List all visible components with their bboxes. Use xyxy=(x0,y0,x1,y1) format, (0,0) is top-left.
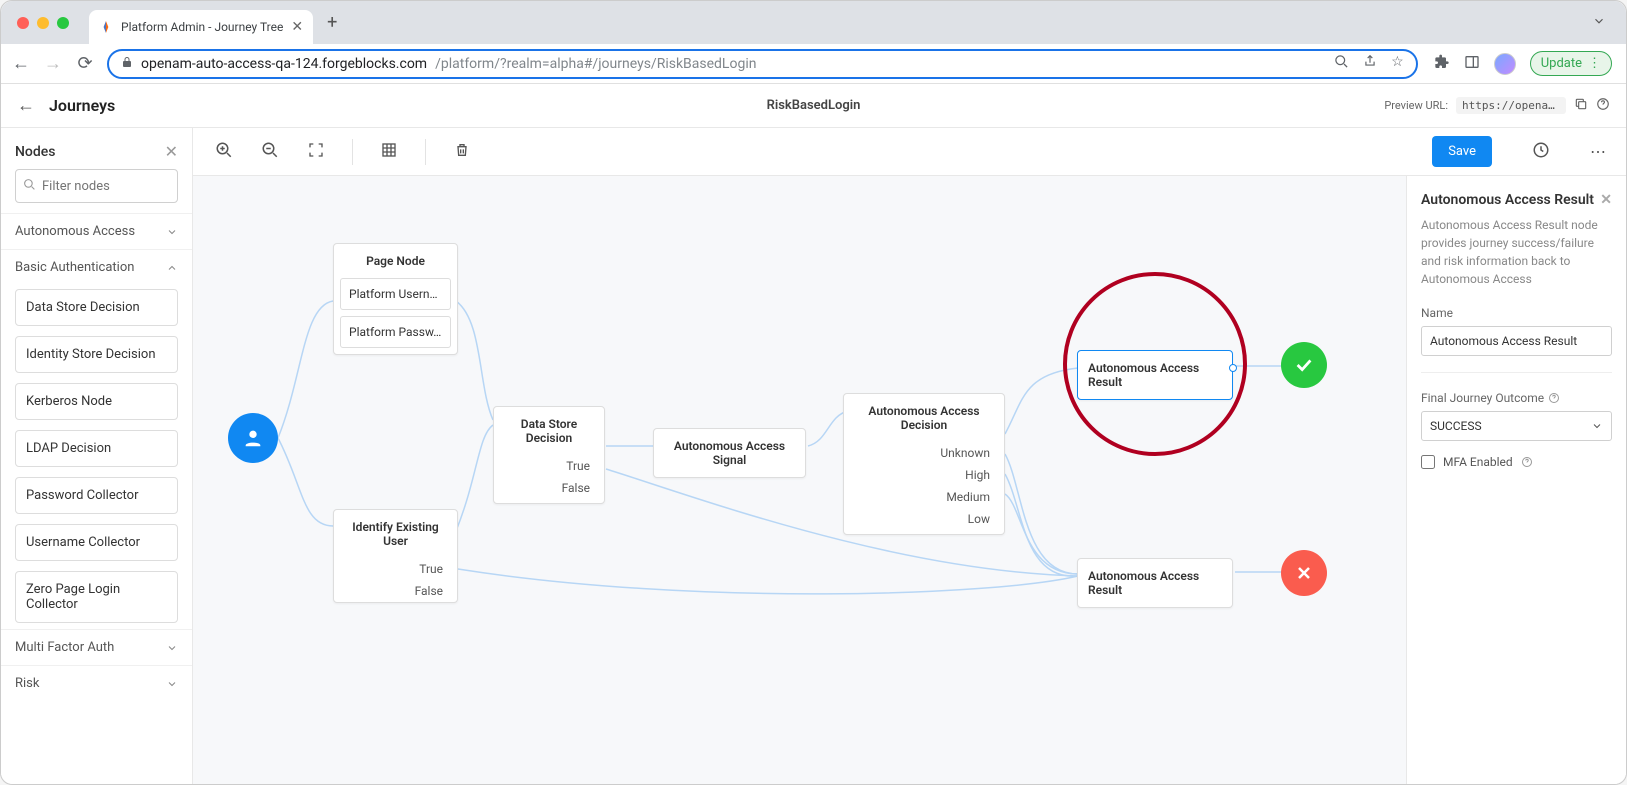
history-icon[interactable] xyxy=(1532,141,1550,163)
share-icon[interactable] xyxy=(1363,54,1377,73)
new-tab-button[interactable]: + xyxy=(327,12,337,33)
window-close[interactable] xyxy=(17,17,29,29)
browser-tab[interactable]: Platform Admin - Journey Tree ✕ xyxy=(89,10,313,44)
autonomous-access-decision-node[interactable]: Autonomous Access Decision Unknown High … xyxy=(843,393,1005,535)
panel-close-icon[interactable]: ✕ xyxy=(1600,192,1612,208)
zoom-in-icon[interactable] xyxy=(213,141,235,163)
grid-icon[interactable] xyxy=(378,142,400,162)
delete-icon[interactable] xyxy=(451,142,473,162)
window-controls xyxy=(17,17,69,29)
sidebar-close-icon[interactable]: ✕ xyxy=(165,142,178,161)
node-item[interactable]: Kerberos Node xyxy=(15,383,178,420)
app-header: ← Journeys RiskBasedLogin Preview URL: h… xyxy=(1,84,1626,128)
tab-close-icon[interactable]: ✕ xyxy=(291,19,303,35)
nav-forward-button[interactable]: → xyxy=(43,53,63,74)
group-basic-authentication[interactable]: Basic Authentication xyxy=(1,249,192,285)
url-path: /platform/?realm=alpha#/journeys/RiskBas… xyxy=(435,56,756,72)
panel-description: Autonomous Access Result node provides j… xyxy=(1421,216,1612,288)
browser-toolbar: ← → ⟳ openam-auto-access-qa-124.forgeblo… xyxy=(1,44,1626,84)
info-icon[interactable] xyxy=(1548,392,1560,404)
node-item[interactable]: LDAP Decision xyxy=(15,430,178,467)
favicon-icon xyxy=(99,20,113,34)
group-risk[interactable]: Risk xyxy=(1,665,192,701)
node-item[interactable]: Identity Store Decision xyxy=(15,336,178,373)
journey-canvas[interactable]: Page Node Platform Usern… Platform Passw… xyxy=(193,176,1406,784)
preview-url-label: Preview URL: xyxy=(1384,99,1448,112)
more-icon[interactable]: ⋯ xyxy=(1590,142,1606,161)
update-button[interactable]: Update⋮ xyxy=(1530,51,1612,76)
address-bar[interactable]: openam-auto-access-qa-124.forgeblocks.co… xyxy=(107,49,1418,79)
tab-title: Platform Admin - Journey Tree xyxy=(121,20,283,34)
mfa-enabled-checkbox[interactable]: MFA Enabled xyxy=(1421,455,1612,469)
canvas-area: Save ⋯ xyxy=(193,128,1626,784)
name-input[interactable] xyxy=(1421,326,1612,356)
outcome-label: Final Journey Outcome xyxy=(1421,391,1612,405)
nodes-sidebar: Nodes ✕ Autonomous Access Basic Authenti… xyxy=(1,128,193,784)
preview-url-value: https://openam-auto… xyxy=(1456,97,1566,114)
zoom-icon[interactable] xyxy=(1334,54,1349,73)
nav-reload-button[interactable]: ⟳ xyxy=(75,53,95,74)
search-icon xyxy=(23,178,36,195)
properties-panel: Autonomous Access Result ✕ Autonomous Ac… xyxy=(1406,176,1626,784)
node-item[interactable]: Data Store Decision xyxy=(15,289,178,326)
start-node[interactable] xyxy=(228,413,278,463)
name-label: Name xyxy=(1421,306,1612,320)
canvas-toolbar: Save ⋯ xyxy=(193,128,1626,176)
lock-icon xyxy=(121,56,133,71)
info-icon[interactable] xyxy=(1521,456,1533,468)
panel-title: Autonomous Access Result xyxy=(1421,192,1594,208)
filter-nodes-input[interactable] xyxy=(15,169,178,203)
outcome-select[interactable]: SUCCESS xyxy=(1421,411,1612,441)
panel-icon[interactable] xyxy=(1464,54,1480,74)
journey-name: RiskBasedLogin xyxy=(767,98,861,113)
window-maximize[interactable] xyxy=(57,17,69,29)
autonomous-access-result-fail-node[interactable]: Autonomous Access Result xyxy=(1077,558,1233,608)
group-multi-factor-auth[interactable]: Multi Factor Auth xyxy=(1,629,192,665)
autonomous-access-result-success-node[interactable]: Autonomous Access Result xyxy=(1077,350,1233,400)
page-node[interactable]: Page Node Platform Usern… Platform Passw… xyxy=(333,243,458,355)
copy-icon[interactable] xyxy=(1574,97,1588,115)
sidebar-title: Nodes xyxy=(15,144,55,160)
window-minimize[interactable] xyxy=(37,17,49,29)
autonomous-access-signal-node[interactable]: Autonomous Access Signal xyxy=(653,428,806,478)
data-store-decision-node[interactable]: Data Store Decision True False xyxy=(493,406,605,504)
extensions-icon[interactable] xyxy=(1434,54,1450,74)
group-autonomous-access[interactable]: Autonomous Access xyxy=(1,213,192,249)
browser-tab-bar: Platform Admin - Journey Tree ✕ + xyxy=(1,1,1626,44)
save-button[interactable]: Save xyxy=(1432,136,1492,167)
failure-outcome-node[interactable] xyxy=(1281,550,1327,596)
identify-existing-user-node[interactable]: Identify Existing User True False xyxy=(333,509,458,603)
node-item[interactable]: Password Collector xyxy=(15,477,178,514)
page-title: Journeys xyxy=(49,96,115,115)
tabs-overflow-button[interactable] xyxy=(1592,13,1606,32)
zoom-out-icon[interactable] xyxy=(259,141,281,163)
help-icon[interactable] xyxy=(1596,97,1610,115)
node-item[interactable]: Username Collector xyxy=(15,524,178,561)
fit-screen-icon[interactable] xyxy=(305,142,327,162)
profile-avatar[interactable] xyxy=(1494,53,1516,75)
url-host: openam-auto-access-qa-124.forgeblocks.co… xyxy=(141,56,427,72)
node-item[interactable]: Zero Page Login Collector xyxy=(15,571,178,623)
success-outcome-node[interactable] xyxy=(1281,342,1327,388)
bookmark-icon[interactable]: ☆ xyxy=(1391,54,1404,73)
nav-back-button[interactable]: ← xyxy=(11,53,31,74)
back-button[interactable]: ← xyxy=(17,95,35,116)
omnibox-actions: ☆ xyxy=(1334,54,1404,73)
